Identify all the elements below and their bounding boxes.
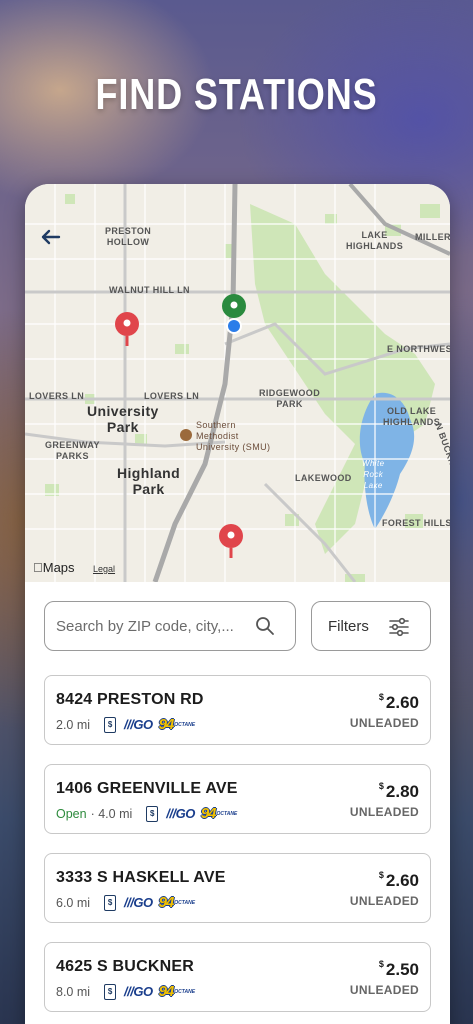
map-label-e-northwest: E NORTHWEST — [387, 344, 450, 354]
map-label-lakewood: LAKEWOOD — [295, 473, 352, 483]
dollar-card-icon: $ — [104, 983, 117, 1000]
map-label-white-rock-lake: White Rock Lake — [362, 459, 385, 490]
station-card[interactable]: 8424 PRESTON RD 2.0 mi $ ///GO 94 OCTANE… — [44, 675, 431, 745]
station-distance: · 4.0 mi — [90, 806, 133, 821]
maps-brand-logo: Maps — [33, 560, 75, 575]
station-card[interactable]: 3333 S HASKELL AVE 6.0 mi $ ///GO 94 OCT… — [44, 853, 431, 923]
map-label-forest-hills: FOREST HILLS — [382, 518, 450, 528]
go-brand-icon: ///GO — [124, 984, 153, 999]
station-meta: 8.0 mi $ ///GO 94 OCTANE — [56, 983, 195, 1000]
station-map[interactable]: PRESTON HOLLOW LAKE HIGHLANDS MILLER WAL… — [25, 184, 450, 582]
octane-label: OCTANE — [174, 721, 196, 728]
map-label-smu: Southern Methodist University (SMU) — [196, 420, 271, 452]
station-card[interactable]: 4625 S BUCKNER 8.0 mi $ ///GO 94 OCTANE … — [44, 942, 431, 1012]
station-distance: 2.0 mi — [56, 717, 91, 732]
octane-label: OCTANE — [216, 810, 238, 817]
dollar-card-icon: $ — [104, 894, 117, 911]
map-pin-red-2 — [219, 524, 243, 558]
go-brand-icon: ///GO — [166, 806, 195, 821]
station-price: $2.50 — [378, 959, 419, 979]
station-meta: Open · 4.0 mi $ ///GO 94 OCTANE — [56, 805, 237, 822]
user-location-dot — [226, 318, 242, 334]
fuel-grade: UNLEADED — [349, 983, 419, 997]
map-legal-link[interactable]: Legal — [93, 564, 115, 574]
station-address: 1406 GREENVILLE AVE — [56, 780, 238, 797]
station-card[interactable]: 1406 GREENVILLE AVE Open · 4.0 mi $ ///G… — [44, 764, 431, 834]
station-address: 3333 S HASKELL AVE — [56, 869, 226, 886]
map-label-lake-highlands: LAKE HIGHLANDS — [346, 230, 404, 251]
sliders-icon — [389, 617, 409, 637]
back-arrow-icon[interactable] — [39, 226, 65, 252]
station-distance: 6.0 mi — [56, 895, 91, 910]
octane-label: OCTANE — [174, 899, 196, 906]
search-icon[interactable] — [255, 616, 275, 636]
octane-94-icon: 94 — [158, 894, 175, 911]
dollar-card-icon: $ — [146, 805, 159, 822]
map-pin-red-1 — [115, 312, 139, 346]
map-label-preston-hollow: PRESTON HOLLOW — [105, 226, 152, 247]
map-label-lovers-ln-e: LOVERS LN — [144, 391, 200, 401]
filters-label: Filters — [328, 617, 369, 635]
dollar-card-icon: $ — [104, 716, 117, 733]
fuel-grade: UNLEADED — [349, 805, 419, 819]
map-label-miller: MILLER — [415, 232, 450, 242]
map-label-ridgewood-park: RIDGEWOOD PARK — [259, 388, 321, 409]
station-distance: 8.0 mi — [56, 984, 91, 999]
station-price: $2.60 — [378, 692, 419, 712]
map-label-lovers-ln-w: LOVERS LN — [29, 391, 85, 401]
map-label-highland-park: Highland Park — [117, 465, 181, 497]
octane-label: OCTANE — [174, 988, 196, 995]
search-row: Filters — [44, 601, 432, 651]
fuel-grade: UNLEADED — [349, 716, 419, 730]
octane-94-icon: 94 — [158, 716, 175, 733]
station-address: 4625 S BUCKNER — [56, 958, 194, 975]
go-brand-icon: ///GO — [124, 717, 153, 732]
page-headline: FIND STATIONS — [95, 70, 378, 119]
go-brand-icon: ///GO — [124, 895, 153, 910]
map-label-university-park: University Park — [87, 403, 159, 435]
map-label-greenway-parks: GREENWAY PARKS — [45, 440, 100, 461]
station-price: $2.80 — [378, 781, 419, 801]
app-screen: PRESTON HOLLOW LAKE HIGHLANDS MILLER WAL… — [25, 184, 450, 1024]
station-price: $2.60 — [378, 870, 419, 890]
fuel-grade: UNLEADED — [349, 894, 419, 908]
octane-94-icon: 94 — [158, 983, 175, 1000]
station-meta: 2.0 mi $ ///GO 94 OCTANE — [56, 716, 195, 733]
station-meta: 6.0 mi $ ///GO 94 OCTANE — [56, 894, 195, 911]
station-address: 8424 PRESTON RD — [56, 691, 204, 708]
open-status: Open — [56, 806, 87, 821]
octane-94-icon: 94 — [200, 805, 217, 822]
filters-button[interactable]: Filters — [311, 601, 431, 651]
map-label-walnut-hill: WALNUT HILL LN — [109, 285, 190, 295]
